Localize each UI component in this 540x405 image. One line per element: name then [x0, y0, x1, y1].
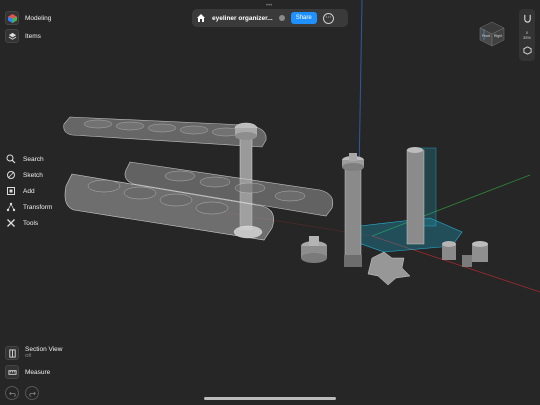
document-bar: eyeliner organizer... Share ⋯: [192, 9, 348, 27]
3d-viewport[interactable]: [0, 0, 540, 405]
undo-icon[interactable]: [5, 386, 19, 400]
section-view-icon: [5, 346, 19, 360]
view-cube[interactable]: Front Right: [478, 20, 506, 48]
small-cylinders: [442, 241, 488, 267]
section-view-button[interactable]: Section View Off: [5, 346, 62, 360]
items-label: Items: [25, 32, 41, 40]
add-label: Add: [23, 187, 35, 195]
layers-icon: [5, 29, 19, 43]
modeling-button[interactable]: Modeling: [5, 11, 51, 25]
home-indicator: [204, 397, 336, 400]
view-cube-right-label: Right: [494, 34, 503, 38]
sketch-label: Sketch: [23, 171, 43, 179]
cube-color-icon: [5, 11, 19, 25]
sketch-icon: [5, 169, 17, 181]
tools-icon: [5, 217, 17, 229]
search-tool[interactable]: Search: [5, 153, 52, 165]
transform-label: Transform: [23, 203, 53, 211]
status-dot-icon: [278, 15, 285, 21]
small-knob-part: [301, 236, 327, 263]
tall-bolt: [342, 153, 364, 267]
zoom-readout[interactable]: 0 35%: [523, 30, 531, 40]
add-tool[interactable]: Add: [5, 185, 52, 197]
section-view-state: Off: [25, 353, 31, 358]
ruler-icon: [5, 365, 19, 379]
add-icon: [5, 185, 17, 197]
display-mode-icon[interactable]: [522, 42, 532, 60]
share-button[interactable]: Share: [290, 12, 317, 24]
transform-tool[interactable]: Transform: [5, 201, 52, 213]
modeling-label: Modeling: [25, 14, 52, 22]
sketch-tool[interactable]: Sketch: [5, 169, 52, 181]
star-knob-part: [367, 251, 411, 286]
snap-icon[interactable]: [523, 10, 532, 28]
measure-label: Measure: [25, 368, 51, 376]
tools-tool[interactable]: Tools: [5, 217, 52, 229]
threaded-rod: [406, 147, 425, 245]
document-title[interactable]: eyeliner organizer...: [212, 15, 273, 22]
search-label: Search: [23, 155, 44, 163]
search-icon: [5, 153, 17, 165]
home-icon[interactable]: [196, 13, 206, 23]
transform-icon: [5, 201, 17, 213]
redo-icon[interactable]: [25, 386, 39, 400]
items-button[interactable]: Items: [5, 29, 51, 43]
measure-button[interactable]: Measure: [5, 365, 62, 379]
right-toolbar: 0 35%: [519, 9, 535, 61]
more-options-icon[interactable]: ⋯: [322, 12, 334, 24]
tools-label: Tools: [23, 219, 39, 227]
view-cube-front-label: Front: [482, 34, 491, 38]
